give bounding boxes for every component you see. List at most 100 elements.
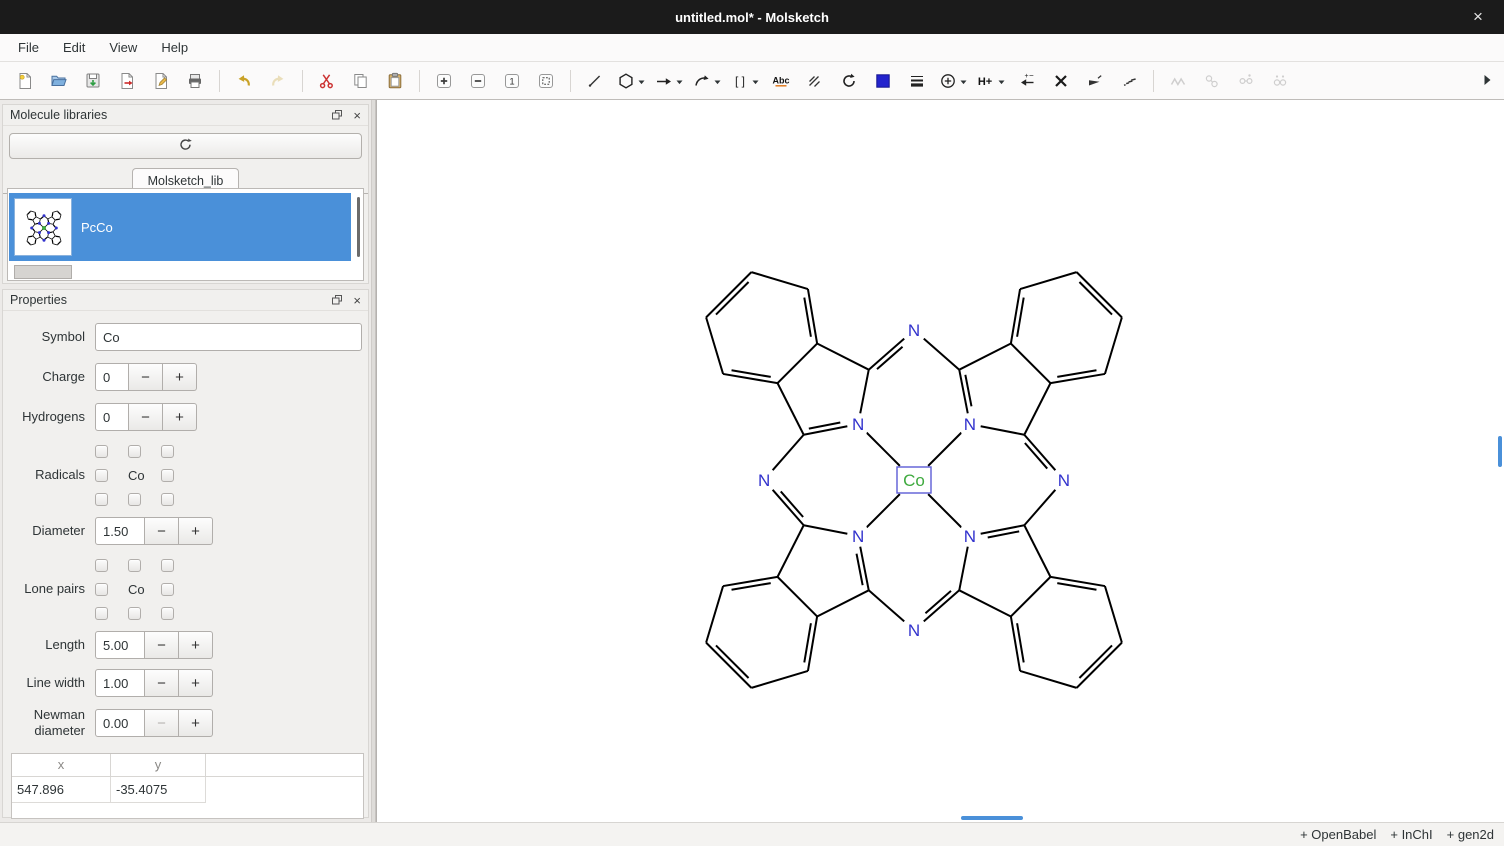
vertical-scrollbar-thumb[interactable] <box>1498 436 1502 467</box>
copy-button[interactable] <box>344 66 378 96</box>
new-file-button[interactable] <box>8 66 42 96</box>
svg-text:Abc: Abc <box>772 75 789 85</box>
zoom-original-button[interactable]: 1 <box>495 66 529 96</box>
lone-pair-checkbox[interactable] <box>128 607 141 620</box>
chain-tool[interactable] <box>1161 66 1195 96</box>
reaction-arrow-tool[interactable] <box>650 66 688 96</box>
length-value[interactable]: 5.00 <box>95 631 145 659</box>
hatch-tool[interactable] <box>798 66 832 96</box>
ring-tool[interactable] <box>612 66 650 96</box>
molecule-drawing[interactable]: NNNNNNNNCo <box>377 100 1504 822</box>
charge-value[interactable]: 0 <box>95 363 129 391</box>
undo-button[interactable] <box>227 66 261 96</box>
text-tool[interactable]: Abc <box>764 66 798 96</box>
line-width-value[interactable]: 1.00 <box>95 669 145 697</box>
charge-tool[interactable] <box>934 66 972 96</box>
refresh-libraries-button[interactable] <box>9 133 362 159</box>
symbol-input[interactable]: Co <box>95 323 362 351</box>
menu-view[interactable]: View <box>97 35 149 60</box>
float-panel-icon[interactable] <box>331 109 343 121</box>
close-panel-icon[interactable]: × <box>353 108 361 123</box>
hydrogens-value[interactable]: 0 <box>95 403 129 431</box>
diameter-decrement-button[interactable]: − <box>145 517 179 545</box>
coordinate-x-cell[interactable]: 547.896 <box>12 777 111 803</box>
diameter-spinbox: 1.50 − + <box>95 517 213 545</box>
menu-file[interactable]: File <box>6 35 51 60</box>
diameter-value[interactable]: 1.50 <box>95 517 145 545</box>
window-close-button[interactable]: × <box>1464 0 1492 34</box>
lone-pair-checkbox[interactable] <box>128 559 141 572</box>
rotate-icon <box>840 72 858 90</box>
column-header-y[interactable]: y <box>111 754 206 776</box>
hash-bond-tool[interactable] <box>1112 66 1146 96</box>
fragment-tool-3[interactable] <box>1263 66 1297 96</box>
menu-help[interactable]: Help <box>149 35 200 60</box>
radical-checkbox[interactable] <box>95 493 108 506</box>
cut-button[interactable] <box>310 66 344 96</box>
lone-pair-checkbox[interactable] <box>95 607 108 620</box>
rotate-tool[interactable] <box>832 66 866 96</box>
charge-increment-button[interactable]: + <box>163 363 197 391</box>
radical-checkbox[interactable] <box>128 493 141 506</box>
charge-decrement-button[interactable]: − <box>129 363 163 391</box>
drawing-canvas[interactable]: NNNNNNNNCo <box>376 100 1504 822</box>
line-width-increment-button[interactable]: + <box>179 669 213 697</box>
lone-pair-checkbox[interactable] <box>95 583 108 596</box>
diameter-increment-button[interactable]: + <box>179 517 213 545</box>
lone-pair-checkbox[interactable] <box>95 559 108 572</box>
bracket-tool[interactable]: [ ] <box>726 66 764 96</box>
zoom-fit-button[interactable] <box>529 66 563 96</box>
radical-checkbox[interactable] <box>95 445 108 458</box>
status-openbabel: + OpenBabel <box>1300 827 1376 842</box>
wedge-bond-tool[interactable] <box>1078 66 1112 96</box>
radical-checkbox[interactable] <box>161 445 174 458</box>
paste-button[interactable] <box>378 66 412 96</box>
column-header-x[interactable]: x <box>12 754 111 776</box>
lone-pair-checkbox[interactable] <box>161 559 174 572</box>
zoom-in-button[interactable] <box>427 66 461 96</box>
newman-diameter-value[interactable]: 0.00 <box>95 709 145 737</box>
close-panel-icon[interactable]: × <box>353 293 361 308</box>
export-image-button[interactable] <box>144 66 178 96</box>
float-panel-icon[interactable] <box>331 294 343 306</box>
coordinates-table-header: x y <box>12 754 363 777</box>
radical-checkbox[interactable] <box>161 493 174 506</box>
toolbar-overflow-button[interactable] <box>1476 70 1498 92</box>
length-increment-button[interactable]: + <box>179 631 213 659</box>
menu-edit[interactable]: Edit <box>51 35 97 60</box>
save-button[interactable] <box>76 66 110 96</box>
radicals-label: Radicals <box>3 467 85 483</box>
open-file-button[interactable] <box>42 66 76 96</box>
redo-button[interactable] <box>261 66 295 96</box>
zoom-out-button[interactable] <box>461 66 495 96</box>
horizontal-scrollbar-thumb[interactable] <box>961 816 1023 820</box>
mechanism-arrow-tool[interactable] <box>688 66 726 96</box>
open-folder-icon <box>50 72 68 90</box>
fragment-tool-2[interactable] <box>1229 66 1263 96</box>
newman-diameter-decrement-button[interactable]: − <box>145 709 179 737</box>
color-picker-button[interactable] <box>866 66 900 96</box>
hydrogens-increment-button[interactable]: + <box>163 403 197 431</box>
radical-checkbox[interactable] <box>161 469 174 482</box>
print-icon <box>186 72 204 90</box>
line-width-button[interactable] <box>900 66 934 96</box>
library-list-scrollbar[interactable] <box>357 197 360 257</box>
implicit-hydrogen-tool[interactable]: +− <box>1010 66 1044 96</box>
line-width-decrement-button[interactable]: − <box>145 669 179 697</box>
radical-checkbox[interactable] <box>95 469 108 482</box>
draw-bond-tool[interactable] <box>578 66 612 96</box>
lone-pair-checkbox[interactable] <box>161 607 174 620</box>
export-button[interactable] <box>110 66 144 96</box>
hydrogen-tool[interactable]: H+ <box>972 66 1010 96</box>
hydrogens-decrement-button[interactable]: − <box>129 403 163 431</box>
library-item-partial[interactable] <box>14 265 72 279</box>
radical-checkbox[interactable] <box>128 445 141 458</box>
fragment-tool-1[interactable] <box>1195 66 1229 96</box>
newman-diameter-increment-button[interactable]: + <box>179 709 213 737</box>
library-item[interactable]: PcCo <box>9 193 351 261</box>
coordinate-y-cell[interactable]: -35.4075 <box>111 777 206 803</box>
delete-tool[interactable] <box>1044 66 1078 96</box>
length-decrement-button[interactable]: − <box>145 631 179 659</box>
lone-pair-checkbox[interactable] <box>161 583 174 596</box>
print-button[interactable] <box>178 66 212 96</box>
